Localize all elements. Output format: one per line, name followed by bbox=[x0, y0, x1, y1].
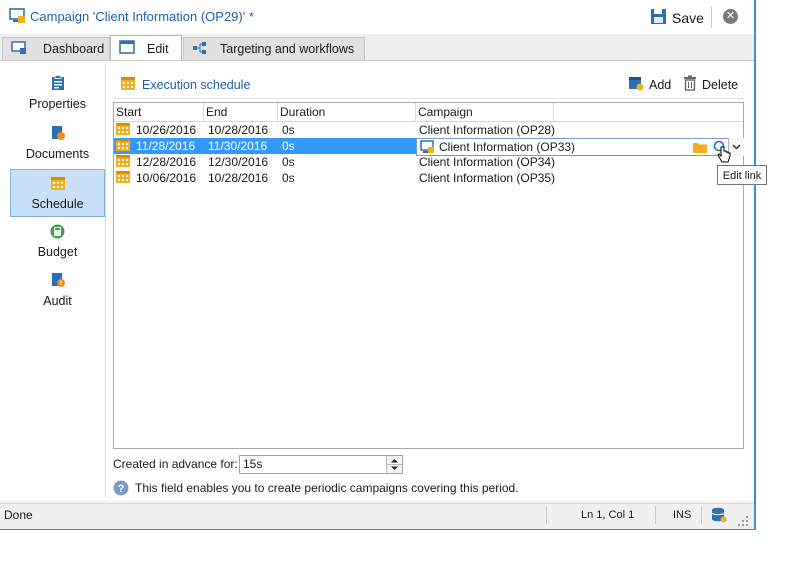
calendar-icon bbox=[116, 154, 130, 170]
tab-dashboard-label: Dashboard bbox=[43, 42, 105, 56]
advance-help-text: This field enables you to create periodi… bbox=[135, 481, 519, 495]
advance-label: Created in advance for: bbox=[113, 457, 238, 471]
help-icon: ? bbox=[113, 480, 129, 499]
advance-duration-input[interactable]: 15s bbox=[239, 455, 403, 474]
title-separator bbox=[711, 6, 712, 28]
save-button[interactable]: Save bbox=[650, 8, 704, 28]
execution-schedule-label: Execution schedule bbox=[142, 77, 251, 92]
close-icon[interactable]: ✕ bbox=[723, 9, 738, 24]
tab-edit-label: Edit bbox=[147, 41, 169, 56]
delete-label: Delete bbox=[702, 77, 739, 92]
sidebar-item-label: Audit bbox=[43, 294, 72, 308]
cell-start: 10/06/2016 bbox=[136, 171, 197, 185]
tab-edit[interactable]: Edit bbox=[110, 35, 182, 61]
sidebar-item-label: Documents bbox=[25, 147, 90, 161]
sidebar-item-audit[interactable]: Audit bbox=[10, 267, 105, 313]
column-header-campaign[interactable]: Campaign bbox=[416, 103, 554, 121]
edit-icon bbox=[119, 40, 135, 57]
sidebar-item-label: Properties bbox=[29, 97, 86, 111]
column-header-start[interactable]: Start bbox=[114, 103, 204, 121]
edit-link-tooltip: Edit link bbox=[717, 165, 767, 185]
cell-end: 11/30/2016 bbox=[208, 139, 268, 153]
campaign-icon bbox=[9, 8, 26, 27]
calculator-icon bbox=[50, 224, 65, 242]
dashboard-icon bbox=[11, 40, 27, 58]
cell-end: 10/28/2016 bbox=[208, 123, 269, 137]
table-row[interactable]: 12/28/2016 12/30/2016 0s Client Informat… bbox=[114, 154, 743, 170]
sidebar-item-budget[interactable]: Budget bbox=[10, 218, 105, 264]
calendar-icon bbox=[116, 170, 130, 186]
documents-icon bbox=[50, 125, 65, 144]
cell-duration: 0s bbox=[282, 139, 295, 153]
sidebar-item-label: Budget bbox=[37, 244, 78, 259]
workflow-icon bbox=[192, 41, 208, 58]
clipboard-icon bbox=[51, 75, 65, 94]
cell-duration: 0s bbox=[282, 155, 295, 169]
status-text: Done bbox=[4, 508, 33, 522]
cursor-position: Ln 1, Col 1 bbox=[581, 509, 635, 521]
execution-schedule-link[interactable]: Execution schedule bbox=[120, 75, 250, 94]
cell-start: 12/28/2016 bbox=[136, 155, 197, 169]
cell-duration: 0s bbox=[282, 171, 295, 185]
status-separator bbox=[701, 506, 702, 524]
calendar-icon bbox=[120, 75, 136, 94]
spin-down-icon bbox=[391, 466, 398, 470]
cell-end: 10/28/2016 bbox=[208, 171, 269, 185]
advance-value: 15s bbox=[243, 457, 263, 471]
cell-start: 10/26/2016 bbox=[136, 123, 197, 137]
audit-icon bbox=[50, 272, 65, 291]
delete-button[interactable]: Delete bbox=[683, 75, 738, 94]
spin-buttons[interactable] bbox=[386, 456, 402, 473]
sidebar-item-documents[interactable]: Documents bbox=[10, 120, 105, 166]
cell-end: 12/30/2016 bbox=[208, 155, 269, 169]
calendar-icon bbox=[50, 175, 66, 194]
status-separator bbox=[655, 506, 656, 524]
add-label: Add bbox=[649, 77, 672, 92]
table-row[interactable]: 10/26/2016 10/28/2016 0s Client Informat… bbox=[114, 122, 743, 138]
cell-campaign: Client Information (OP35) bbox=[419, 171, 556, 185]
sidebar-item-schedule[interactable]: Schedule bbox=[10, 169, 105, 217]
column-header-end[interactable]: End bbox=[204, 103, 278, 121]
insert-mode: INS bbox=[673, 509, 692, 521]
cell-campaign: Client Information (OP28) bbox=[419, 123, 556, 137]
database-icon[interactable] bbox=[711, 507, 727, 526]
svg-text:?: ? bbox=[118, 483, 125, 495]
save-icon bbox=[650, 8, 667, 28]
campaign-link-value: Client Information (OP33) bbox=[439, 140, 576, 154]
cell-campaign: Client Information (OP34) bbox=[419, 155, 556, 169]
cell-duration: 0s bbox=[282, 123, 295, 137]
add-button[interactable]: Add bbox=[628, 75, 671, 94]
spin-up-icon bbox=[391, 459, 398, 463]
save-label: Save bbox=[672, 10, 704, 26]
window-title: Campaign 'Client Information (OP29)' * bbox=[30, 9, 254, 24]
sidebar-item-properties[interactable]: Properties bbox=[10, 70, 105, 116]
calendar-icon bbox=[116, 138, 130, 154]
status-bar bbox=[0, 503, 754, 529]
column-header-duration[interactable]: Duration bbox=[278, 103, 416, 121]
tab-targeting[interactable]: Targeting and workflows bbox=[183, 37, 365, 60]
trash-icon bbox=[683, 75, 697, 94]
status-separator bbox=[546, 506, 547, 524]
tab-targeting-label: Targeting and workflows bbox=[220, 42, 355, 56]
tab-dashboard[interactable]: Dashboard bbox=[2, 37, 110, 60]
calendar-icon bbox=[116, 122, 130, 138]
add-calendar-icon bbox=[628, 75, 644, 94]
cell-start: 11/28/2016 bbox=[136, 139, 196, 153]
resize-grip-icon[interactable] bbox=[737, 515, 749, 530]
table-row[interactable]: 10/06/2016 10/28/2016 0s Client Informat… bbox=[114, 170, 743, 186]
sidebar-item-label: Schedule bbox=[31, 197, 84, 211]
